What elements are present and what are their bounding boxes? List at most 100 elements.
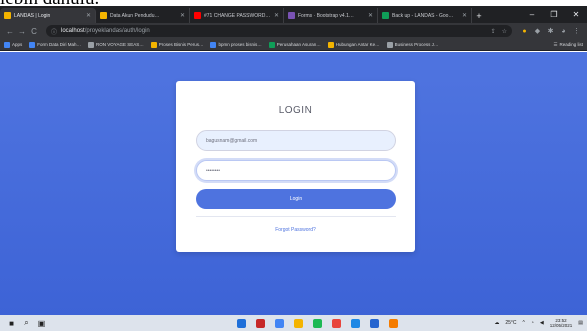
bookmark-apps[interactable]: Apps [4,41,23,48]
clock-time: 23:52 [555,317,567,323]
caption-fragment: lebih dahulu. [0,0,99,9]
tab-favicon-icon [288,12,295,19]
clock[interactable]: 23:52 12/05/2021 [550,318,573,329]
extension-icons: ● ◆ ✱ ◕ ⋮ [518,25,583,37]
info-icon[interactable]: ⓘ [51,27,57,36]
windows-start-icon[interactable]: ■ [4,316,19,330]
divider [196,216,396,217]
bookmark-ron-voyage[interactable]: RON VOYAGE SEAS… [88,41,144,48]
address-bar[interactable]: ⓘ localhost/proyeklandas/auth/login ⇪ ☆ [46,25,512,37]
search-icon[interactable]: ⌕ [19,316,34,330]
bookmark-form-data-diri[interactable]: Form Data Diri Mah… [29,41,82,48]
page-content: LOGIN bagusnam@gmail.com •••••••• Login … [0,52,587,315]
forward-button[interactable]: → [16,25,28,37]
taskbar-app-icon[interactable] [346,317,365,329]
bookmark-icon [150,41,157,48]
google-icon [210,41,217,48]
forgot-password-link[interactable]: Forgot Password? [176,227,415,233]
password-value: •••••••• [206,167,221,174]
tab-favicon-icon [100,12,107,19]
tab-favicon-icon [382,12,389,19]
tab-forms-bootstrap[interactable]: Forms · Bootstrap v4.1… ✕ [284,8,378,23]
tab-label: #71 CHANGE PASSWORD… [204,12,271,19]
browser-toolbar: ← → C ⓘ localhost/proyeklandas/auth/logi… [0,23,587,39]
reload-button[interactable]: C [28,25,40,37]
password-field[interactable]: •••••••• [196,160,396,181]
back-button[interactable]: ← [4,25,16,37]
bookmark-icon [29,41,36,48]
tab-favicon-icon [194,12,201,19]
close-icon[interactable]: ✕ [368,12,373,19]
tab-label: Back up - LANDAS - Goo… [392,12,454,19]
taskbar-app-icon[interactable] [289,317,308,329]
bookmarks-bar: Apps Form Data Diri Mah… RON VOYAGE SEAS… [0,39,587,51]
bookmark-bpmn[interactable]: bpmn proses bisnis… [210,41,262,48]
url-host: localhost [61,28,85,34]
volume-icon[interactable]: ◀ [540,320,544,326]
bookmark-icon [88,41,95,48]
tab-label: LANDAS | Login [14,12,51,19]
bookmark-business-process[interactable]: Business Process J… [386,41,439,48]
extension-icon[interactable]: ● [518,25,531,37]
bookmark-label: Perusahaan Asuran… [276,42,321,47]
bookmark-perusahaan-asuransi[interactable]: Perusahaan Asuran… [268,41,321,48]
tab-data-akun[interactable]: Data Akun Pendudu… ✕ [96,8,190,23]
reading-list-icon: ☰ [553,41,558,47]
taskbar-app-icon[interactable] [308,317,327,329]
bookmark-label: Apps [12,42,23,47]
network-icon[interactable]: ◔ [531,320,534,326]
bookmark-icon [386,41,393,48]
notification-icon[interactable]: ▤ [578,320,583,326]
task-view-icon[interactable]: ▣ [34,316,49,330]
reading-list[interactable]: ☰ Reading list [553,42,583,48]
maximize-button[interactable]: ❐ [543,6,565,23]
system-tray: ☁ 25°C ^ ◔ ◀ 23:52 12/05/2021 ▤ [488,316,583,330]
bookmark-label: Proses Bisnis Perus… [158,42,204,47]
bookmark-hubungan[interactable]: Hubungan Antar Ke… [327,41,380,48]
new-tab-button[interactable]: + [472,8,486,23]
window-controls: – ❐ ✕ [521,6,587,23]
chevron-up-icon[interactable]: ^ [522,320,524,326]
share-icon[interactable]: ⇪ [491,28,496,35]
close-window-button[interactable]: ✕ [565,6,587,23]
clock-date: 12/05/2021 [549,323,573,328]
taskbar: ■ ⌕ ▣ ☁ 25°C ^ ◔ ◀ 23:52 12/05/2021 ▤ [0,315,587,331]
menu-icon[interactable]: ⋮ [570,25,583,37]
minimize-button[interactable]: – [521,6,543,23]
apps-icon [4,41,10,48]
bookmark-label: Form Data Diri Mah… [37,42,82,47]
url-path: /proyeklandas/auth/login [84,28,150,34]
taskbar-app-icon[interactable] [251,317,270,329]
tab-change-password[interactable]: #71 CHANGE PASSWORD… ✕ [190,8,284,23]
bookmark-label: Business Process J… [394,42,439,47]
bookmark-proses-bisnis[interactable]: Proses Bisnis Perus… [150,41,204,48]
temperature: 25°C [505,320,517,326]
avatar[interactable]: ◕ [557,25,570,37]
close-icon[interactable]: ✕ [180,12,185,19]
login-button[interactable]: Login [196,189,396,209]
tab-landas-login[interactable]: LANDAS | Login ✕ [0,8,96,23]
close-icon[interactable]: ✕ [274,12,279,19]
tab-label: Data Akun Pendudu… [110,12,160,19]
bookmark-label: bpmn proses bisnis… [218,42,262,47]
page-title: LOGIN [278,105,313,116]
shield-icon[interactable]: ◆ [531,25,544,37]
weather-icon[interactable]: ☁ [494,320,499,326]
bookmark-label: RON VOYAGE SEAS… [96,42,144,47]
login-card: LOGIN bagusnam@gmail.com •••••••• Login … [176,81,415,252]
bookmark-label: Hubungan Antar Ke… [335,42,380,47]
tab-backup-landas[interactable]: Back up - LANDAS - Goo… ✕ [378,8,472,23]
close-icon[interactable]: ✕ [462,12,467,19]
taskbar-app-icon[interactable] [384,317,403,329]
browser-window: LANDAS | Login ✕ Data Akun Pendudu… ✕ #7… [0,6,587,331]
reading-list-label: Reading list [559,42,583,47]
taskbar-app-icon[interactable] [270,317,289,329]
close-icon[interactable]: ✕ [86,12,91,19]
bookmark-icon [327,41,334,48]
puzzle-icon[interactable]: ✱ [544,25,557,37]
star-icon[interactable]: ☆ [502,28,507,35]
taskbar-app-icon[interactable] [365,317,384,329]
taskbar-app-icon[interactable] [327,317,346,329]
taskbar-app-icon[interactable] [232,317,251,329]
email-field[interactable]: bagusnam@gmail.com [196,130,396,151]
